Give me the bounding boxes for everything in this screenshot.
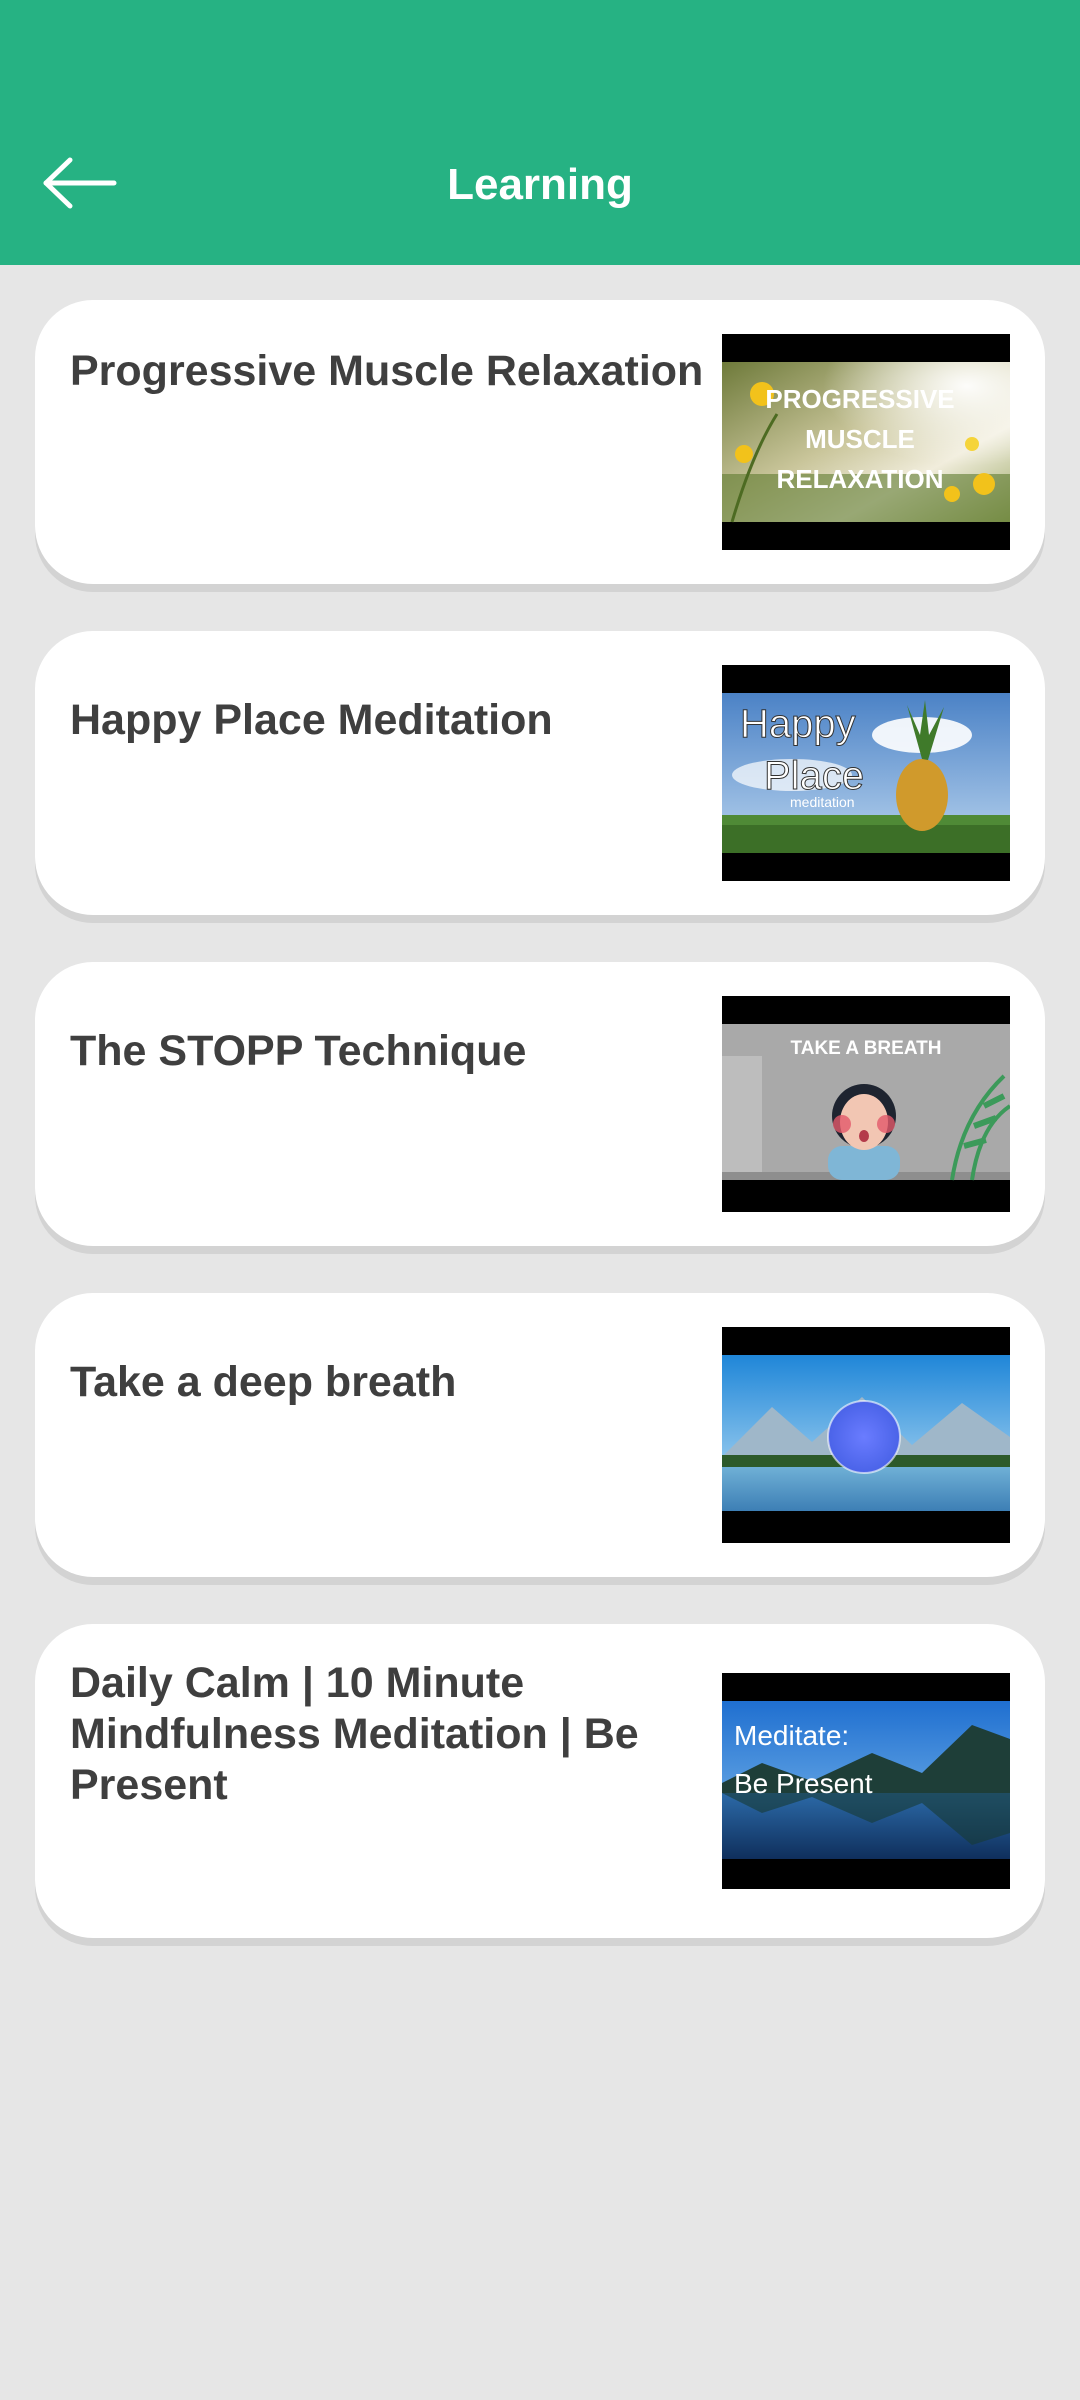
thumbnail-text: TAKE A BREATH bbox=[791, 1038, 942, 1059]
thumbnail-text: Be Present bbox=[734, 1768, 873, 1799]
video-title: Take a deep breath bbox=[70, 1358, 457, 1406]
app-bar: Learning bbox=[0, 0, 1080, 265]
thumbnail-text: MUSCLE bbox=[805, 424, 915, 454]
thumbnail-text: Meditate: bbox=[734, 1720, 849, 1751]
video-thumbnail: TAKE A BREATH bbox=[722, 996, 1010, 1212]
thumbnail-text: RELAXATION bbox=[776, 464, 943, 494]
video-card-daily-calm[interactable]: Daily Calm | 10 Minute Mindfulness Medit… bbox=[35, 1624, 1045, 1938]
video-thumbnail: Happy Place meditation bbox=[722, 665, 1010, 881]
thumbnail-text: PROGRESSIVE bbox=[765, 384, 954, 414]
video-title: Progressive Muscle Relaxation bbox=[70, 347, 704, 395]
video-title: The STOPP Technique bbox=[70, 1027, 527, 1075]
thumbnail-text: Happy bbox=[740, 702, 856, 746]
video-thumbnail: PROGRESSIVE MUSCLE RELAXATION bbox=[722, 334, 1010, 550]
video-thumbnail bbox=[722, 1327, 1010, 1543]
video-title: Daily Calm | 10 Minute Mindfulness Medit… bbox=[70, 1659, 639, 1809]
thumbnail-text: Place bbox=[764, 754, 864, 798]
page-title: Learning bbox=[447, 160, 633, 209]
video-thumbnail: Meditate: Be Present bbox=[722, 1673, 1010, 1889]
video-list: Progressive Muscle Relaxation PROGRESSIV… bbox=[35, 300, 1045, 1985]
video-card-progressive-muscle-relaxation[interactable]: Progressive Muscle Relaxation PROGRESSIV… bbox=[35, 300, 1045, 584]
video-card-happy-place-meditation[interactable]: Happy Place Meditation Happy Place medit… bbox=[35, 631, 1045, 915]
video-title: Happy Place Meditation bbox=[70, 696, 553, 744]
video-card-take-a-deep-breath[interactable]: Take a deep breath bbox=[35, 1293, 1045, 1577]
thumbnail-text: meditation bbox=[790, 794, 855, 810]
video-card-stopp-technique[interactable]: The STOPP Technique TAKE A BREATH bbox=[35, 962, 1045, 1246]
